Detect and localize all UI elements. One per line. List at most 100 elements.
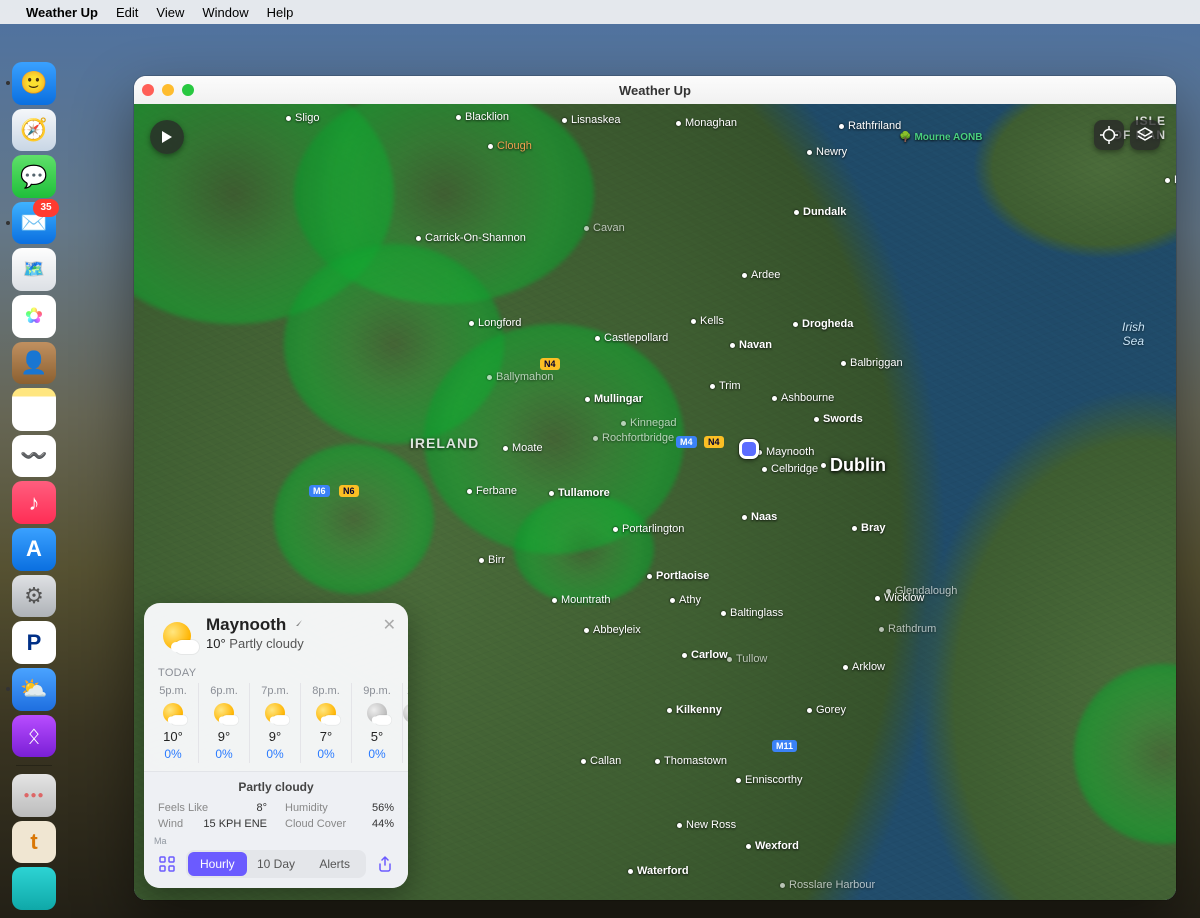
tab-10day[interactable]: 10 Day	[247, 852, 306, 876]
map-place-label: Gorey	[807, 704, 846, 716]
window-close-button[interactable]	[142, 84, 154, 96]
dock-recent-app-2-icon[interactable]: t	[12, 821, 56, 864]
menubar-app-name[interactable]: Weather Up	[26, 5, 98, 20]
map-place-label: Monaghan	[676, 117, 737, 129]
hour-condition-icon	[403, 700, 408, 726]
hourly-forecast-cell[interactable]: 6p.m.9°0%	[199, 683, 250, 763]
location-name: Maynooth	[206, 615, 286, 635]
road-badge: N4	[540, 358, 560, 370]
map-place-label: Enniscorthy	[736, 774, 802, 786]
dock-music-icon[interactable]: ♪	[12, 481, 56, 524]
hour-condition-icon	[301, 700, 351, 726]
map-place-label: Lisnaskea	[562, 114, 621, 126]
park-label: 🌳 Mourne AONB	[899, 132, 982, 143]
map-place-label: Rochfortbridge	[593, 432, 674, 444]
dock-mail-icon[interactable]: ✉️35	[12, 202, 56, 245]
current-location-pin[interactable]	[739, 439, 759, 459]
dock-paypal-icon[interactable]: P	[12, 621, 56, 664]
window-zoom-button[interactable]	[182, 84, 194, 96]
dock-safari-icon[interactable]: 🧭	[12, 109, 56, 152]
dock-photos-icon[interactable]: ✿	[12, 295, 56, 338]
card-close-button[interactable]: ✕	[383, 615, 396, 635]
map-place-label: Portarlington	[613, 523, 684, 535]
hourly-forecast-cell[interactable]: 9p.m.5°0%	[352, 683, 403, 763]
map-place-label: Tullow	[727, 653, 767, 665]
map-attribution: Ma	[154, 836, 167, 846]
menu-window[interactable]: Window	[202, 5, 248, 20]
hour-time: 6p.m.	[199, 685, 249, 697]
radar-blob	[514, 494, 654, 604]
play-radar-button[interactable]	[150, 120, 184, 154]
tab-hourly[interactable]: Hourly	[188, 852, 247, 876]
cloud-cover-value: 44%	[372, 818, 394, 830]
hour-temp: 7°	[301, 729, 351, 744]
road-badge: M6	[309, 485, 330, 497]
locate-me-button[interactable]	[1094, 120, 1124, 150]
tab-alerts[interactable]: Alerts	[305, 852, 364, 876]
map-place-label: Bray	[852, 522, 885, 534]
dock-contacts-icon[interactable]: 👤	[12, 342, 56, 385]
map-place-label: Kells	[691, 315, 724, 327]
map-place-label: Moate	[503, 442, 543, 454]
map-place-label: Portlaoise	[647, 570, 709, 582]
dock-recent-app-3-icon[interactable]	[12, 867, 56, 910]
weather-details: Partly cloudy Feels Like8° Humidity56% W…	[144, 771, 408, 842]
current-summary: Partly cloudy	[229, 636, 303, 651]
grid-view-button[interactable]	[154, 851, 180, 877]
map-place-label: Ardee	[742, 269, 780, 281]
hourly-forecast-row[interactable]: 5p.m.10°0%6p.m.9°0%7p.m.9°0%8p.m.7°0%9p.…	[144, 679, 408, 771]
map-place-label: Drogheda	[793, 318, 853, 330]
hour-time: 10	[403, 685, 408, 697]
hourly-forecast-cell[interactable]: 5p.m.10°0%	[148, 683, 199, 763]
road-badge: M11	[772, 740, 797, 752]
dock-messages-icon[interactable]: 💬	[12, 155, 56, 198]
share-button[interactable]	[372, 851, 398, 877]
hourly-forecast-cell[interactable]: 8p.m.7°0%	[301, 683, 352, 763]
dock-appstore-icon[interactable]: A	[12, 528, 56, 571]
map-place-label: Clough	[488, 140, 532, 152]
window-titlebar[interactable]: Weather Up	[134, 76, 1176, 105]
map-place-label: Rathfriland	[839, 120, 901, 132]
map-place-label: Callan	[581, 755, 621, 767]
sea-label: Irish Sea	[1122, 320, 1145, 348]
dock-weatherup-icon[interactable]: ⛅	[12, 668, 56, 711]
map-place-label: Port Erin	[1165, 174, 1176, 186]
map-place-label: New Ross	[677, 819, 736, 831]
hour-precip: 0%	[250, 747, 300, 761]
map-place-label: Ashbourne	[772, 392, 834, 404]
layers-icon	[1136, 126, 1154, 144]
window-minimize-button[interactable]	[162, 84, 174, 96]
map-place-label: Blacklion	[456, 111, 509, 123]
dock-notes-icon[interactable]	[12, 388, 56, 431]
current-condition-icon	[156, 615, 198, 657]
map-place-label: Dublin	[821, 455, 886, 476]
map-layers-button[interactable]	[1130, 120, 1160, 150]
map-place-label: Mountrath	[552, 594, 611, 606]
hourly-forecast-cell[interactable]: 10	[403, 683, 408, 763]
dock-purple-app-icon[interactable]: ᛟ	[12, 715, 56, 758]
road-badge: N6	[339, 485, 359, 497]
dock-maps-icon[interactable]: 🗺️	[12, 248, 56, 291]
menu-help[interactable]: Help	[267, 5, 294, 20]
hour-precip: 0%	[199, 747, 249, 761]
map-place-label: Waterford	[628, 865, 689, 877]
today-label: TODAY	[144, 667, 408, 679]
dock-recent-app-1-icon[interactable]: ●●●	[12, 774, 56, 817]
map-place-label: Tullamore	[549, 487, 610, 499]
feels-like-value: 8°	[256, 802, 267, 814]
menu-view[interactable]: View	[156, 5, 184, 20]
dock-freeform-icon[interactable]: 〰️	[12, 435, 56, 478]
dock-finder-icon[interactable]: 🙂	[12, 62, 56, 105]
hourly-forecast-cell[interactable]: 7p.m.9°0%	[250, 683, 301, 763]
share-icon	[377, 856, 393, 872]
hour-time: 9p.m.	[352, 685, 402, 697]
location-arrow-icon	[291, 619, 303, 631]
forecast-segmented-control: Hourly 10 Day Alerts	[186, 850, 366, 878]
menu-edit[interactable]: Edit	[116, 5, 138, 20]
map-place-label: Castlepollard	[595, 332, 668, 344]
map-place-label: Carlow	[682, 649, 728, 661]
dock-settings-icon[interactable]: ⚙︎	[12, 575, 56, 618]
map-place-label: Naas	[742, 511, 777, 523]
menubar: Weather Up Edit View Window Help	[0, 0, 1200, 24]
map-view[interactable]: IRELAND ISLE OF MAN Irish Sea Cardigan B…	[134, 104, 1176, 900]
